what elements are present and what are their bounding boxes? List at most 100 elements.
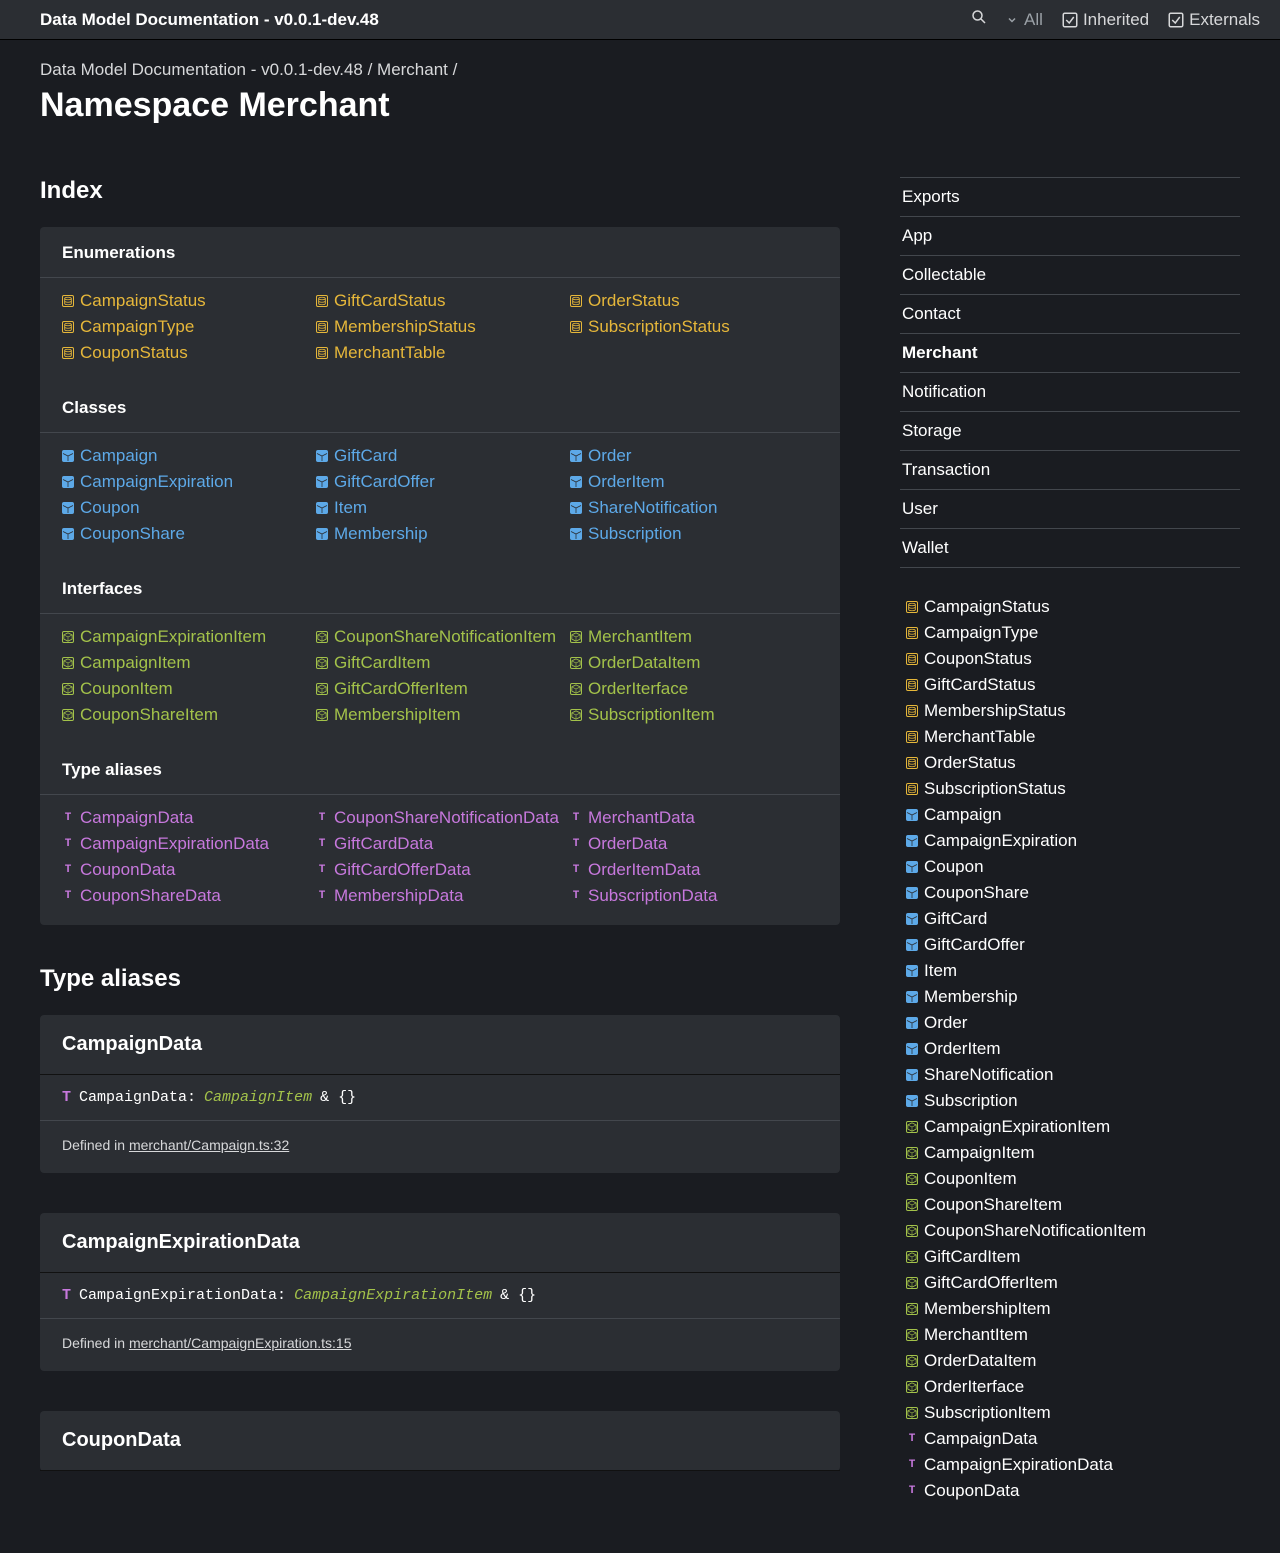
breadcrumb-parent[interactable]: Merchant [377, 60, 448, 79]
index-entry[interactable]: Campaign [62, 445, 310, 467]
index-entry[interactable]: MerchantItem [906, 1324, 1240, 1346]
index-entry[interactable]: TSubscriptionData [570, 885, 818, 907]
index-entry[interactable]: CampaignStatus [906, 596, 1240, 618]
index-entry[interactable]: TCampaignExpirationData [62, 833, 310, 855]
index-entry[interactable]: TCouponData [62, 859, 310, 881]
search-icon[interactable] [970, 8, 988, 31]
namespace-nav-item[interactable]: Storage [900, 411, 1240, 450]
index-entry[interactable]: CampaignExpirationItem [62, 626, 310, 648]
index-entry[interactable]: GiftCardOfferItem [316, 678, 564, 700]
index-entry[interactable]: CouponShareItem [62, 704, 310, 726]
index-entry[interactable]: MerchantItem [570, 626, 818, 648]
index-entry[interactable]: ShareNotification [906, 1064, 1240, 1086]
index-entry[interactable]: Subscription [570, 523, 818, 545]
index-entry[interactable]: GiftCard [316, 445, 564, 467]
index-entry[interactable]: OrderIterface [570, 678, 818, 700]
index-entry[interactable]: Item [316, 497, 564, 519]
index-entry[interactable]: TOrderData [570, 833, 818, 855]
breadcrumb-root[interactable]: Data Model Documentation - v0.0.1-dev.48 [40, 60, 363, 79]
alias-sig-type[interactable]: CampaignExpirationItem [294, 1287, 492, 1304]
externals-toggle[interactable]: Externals [1167, 10, 1260, 30]
index-entry[interactable]: MembershipItem [906, 1298, 1240, 1320]
index-entry[interactable]: OrderItem [906, 1038, 1240, 1060]
index-entry[interactable]: CampaignItem [906, 1142, 1240, 1164]
index-entry[interactable]: GiftCardOffer [906, 934, 1240, 956]
index-entry[interactable]: Subscription [906, 1090, 1240, 1112]
index-entry[interactable]: GiftCardStatus [316, 290, 564, 312]
index-entry[interactable]: TCampaignExpirationData [906, 1454, 1240, 1476]
index-entry[interactable]: TGiftCardData [316, 833, 564, 855]
index-entry[interactable]: GiftCardOfferItem [906, 1272, 1240, 1294]
index-entry[interactable]: GiftCardItem [316, 652, 564, 674]
index-entry[interactable]: SubscriptionItem [906, 1402, 1240, 1424]
index-entry[interactable]: CouponStatus [906, 648, 1240, 670]
alias-sig-type[interactable]: CampaignItem [204, 1089, 312, 1106]
index-entry[interactable]: TCouponData [906, 1480, 1240, 1502]
index-entry[interactable]: Order [570, 445, 818, 467]
index-entry[interactable]: CouponShare [62, 523, 310, 545]
index-entry[interactable]: Item [906, 960, 1240, 982]
index-entry[interactable]: MembershipItem [316, 704, 564, 726]
index-entry[interactable]: SubscriptionItem [570, 704, 818, 726]
namespace-nav-item[interactable]: Collectable [900, 255, 1240, 294]
inherited-toggle[interactable]: Inherited [1061, 10, 1149, 30]
index-entry[interactable]: CampaignStatus [62, 290, 310, 312]
index-entry[interactable]: SubscriptionStatus [570, 316, 818, 338]
index-entry[interactable]: TGiftCardOfferData [316, 859, 564, 881]
index-entry[interactable]: SubscriptionStatus [906, 778, 1240, 800]
index-entry[interactable]: Coupon [906, 856, 1240, 878]
index-entry[interactable]: CouponShareItem [906, 1194, 1240, 1216]
class-icon [62, 528, 74, 540]
index-entry[interactable]: OrderIterface [906, 1376, 1240, 1398]
index-entry[interactable]: OrderDataItem [570, 652, 818, 674]
index-entry[interactable]: Membership [906, 986, 1240, 1008]
index-entry[interactable]: OrderStatus [570, 290, 818, 312]
index-entry[interactable]: TCampaignData [62, 807, 310, 829]
index-entry[interactable]: CampaignType [906, 622, 1240, 644]
index-entry[interactable]: CouponShareNotificationItem [906, 1220, 1240, 1242]
index-entry[interactable]: CouponShareNotificationItem [316, 626, 564, 648]
namespace-nav-item[interactable]: App [900, 216, 1240, 255]
index-entry[interactable]: Order [906, 1012, 1240, 1034]
index-entry[interactable]: MembershipStatus [906, 700, 1240, 722]
visibility-filter[interactable]: All [1006, 10, 1043, 30]
namespace-nav-item[interactable]: Merchant [900, 333, 1240, 372]
index-entry[interactable]: Coupon [62, 497, 310, 519]
index-entry[interactable]: CouponStatus [62, 342, 310, 364]
namespace-nav-item[interactable]: Notification [900, 372, 1240, 411]
index-entry[interactable]: OrderStatus [906, 752, 1240, 774]
index-entry[interactable]: TCouponShareNotificationData [316, 807, 564, 829]
index-entry[interactable]: TCouponShareData [62, 885, 310, 907]
index-entry[interactable]: TMembershipData [316, 885, 564, 907]
index-entry[interactable]: TMerchantData [570, 807, 818, 829]
index-entry[interactable]: MembershipStatus [316, 316, 564, 338]
index-entry[interactable]: CouponItem [906, 1168, 1240, 1190]
index-entry[interactable]: CampaignExpiration [906, 830, 1240, 852]
index-entry[interactable]: CampaignExpiration [62, 471, 310, 493]
index-entry[interactable]: Membership [316, 523, 564, 545]
namespace-nav-item[interactable]: Wallet [900, 528, 1240, 568]
index-entry[interactable]: MerchantTable [316, 342, 564, 364]
index-entry[interactable]: MerchantTable [906, 726, 1240, 748]
index-entry[interactable]: ShareNotification [570, 497, 818, 519]
index-entry[interactable]: CouponItem [62, 678, 310, 700]
index-entry[interactable]: CampaignItem [62, 652, 310, 674]
index-entry[interactable]: CampaignExpirationItem [906, 1116, 1240, 1138]
index-entry[interactable]: Campaign [906, 804, 1240, 826]
index-entry[interactable]: CampaignType [62, 316, 310, 338]
namespace-nav-item[interactable]: Exports [900, 177, 1240, 216]
index-entry[interactable]: TOrderItemData [570, 859, 818, 881]
namespace-nav-item[interactable]: User [900, 489, 1240, 528]
index-entry[interactable]: GiftCardItem [906, 1246, 1240, 1268]
index-entry[interactable]: OrderDataItem [906, 1350, 1240, 1372]
index-entry[interactable]: GiftCardStatus [906, 674, 1240, 696]
namespace-nav-item[interactable]: Contact [900, 294, 1240, 333]
index-entry[interactable]: OrderItem [570, 471, 818, 493]
index-entry[interactable]: GiftCard [906, 908, 1240, 930]
index-entry[interactable]: TCampaignData [906, 1428, 1240, 1450]
index-entry[interactable]: GiftCardOffer [316, 471, 564, 493]
index-entry[interactable]: CouponShare [906, 882, 1240, 904]
entry-label: Item [334, 497, 367, 519]
namespace-nav-item[interactable]: Transaction [900, 450, 1240, 489]
source-link[interactable]: merchant/Campaign.ts:32 [129, 1137, 289, 1153]
